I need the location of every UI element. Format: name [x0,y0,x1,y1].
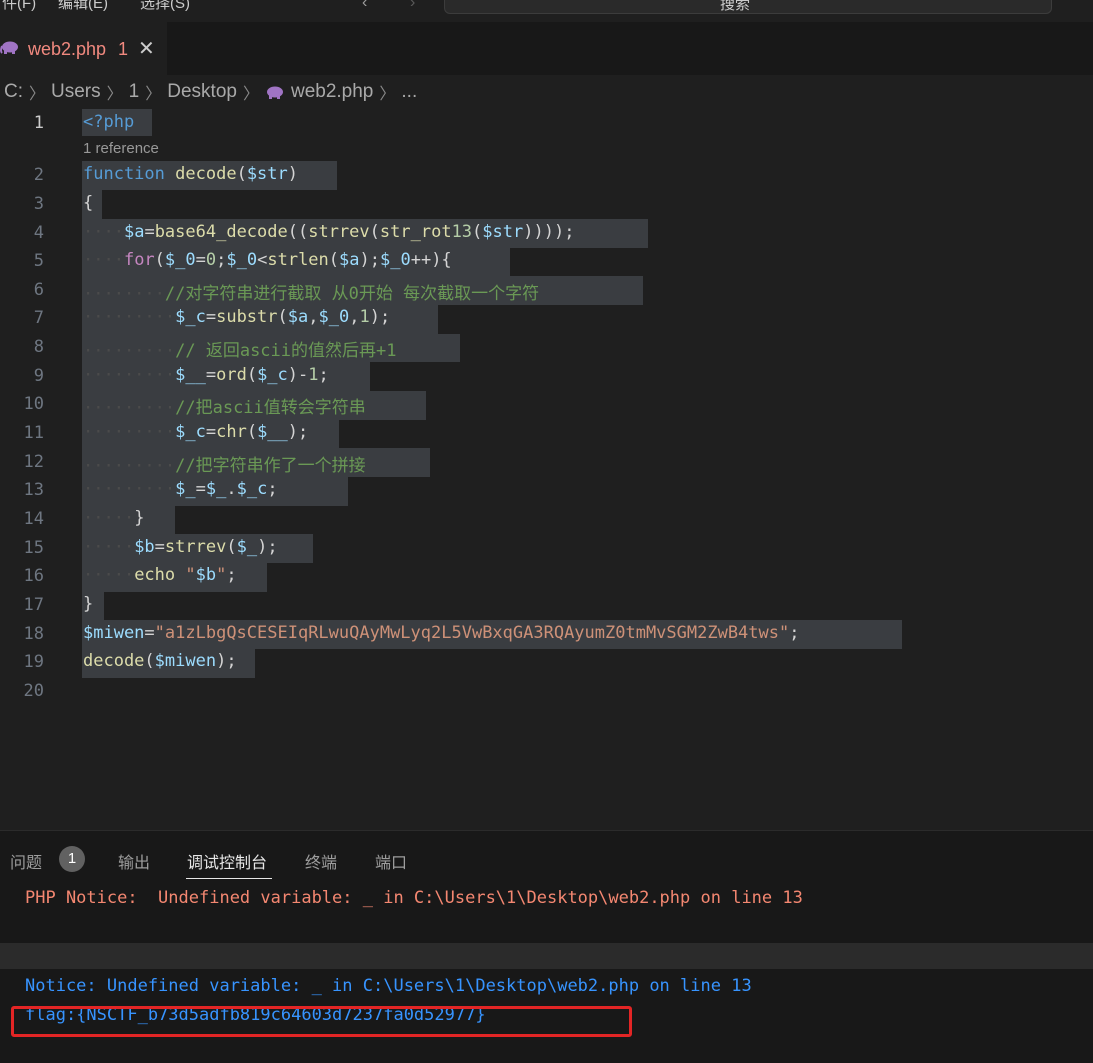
panel-tab-bar: 问题 1 输出 调试控制台 终端 端口 [0,831,1093,879]
tab-ports[interactable]: 端口 [375,849,407,873]
line-number: 20 [23,681,44,701]
console-notice: Notice: Undefined variable: _ in C:\User… [25,976,752,996]
breadcrumb-symbol[interactable]: ... [401,81,417,102]
menu-edit[interactable]: 编辑(E) [58,0,108,13]
line-number: 11 [23,423,44,443]
codelens-references[interactable]: 1 reference [83,140,159,157]
search-placeholder: 搜索 [720,0,751,13]
active-tab-indicator [186,878,272,879]
line-number: 13 [23,480,44,500]
code-line[interactable]: ·····} [83,508,144,528]
problems-count-badge: 1 [59,846,85,872]
line-number: 10 [23,394,44,414]
code-line[interactable]: ·········// 返回ascii的值然后再+1 [83,336,396,361]
code-line[interactable]: ·········$_c=chr($__); [83,422,308,442]
line-number: 8 [33,337,44,357]
tab-web2-php[interactable]: web2.php 1 ✕ [0,22,167,75]
line-number: 18 [23,624,44,644]
tab-problems[interactable]: 问题 [10,849,42,873]
php-elephant-icon [266,86,283,99]
line-number: 15 [23,538,44,558]
breadcrumb-desktop[interactable]: Desktop [167,81,237,102]
line-number: 17 [23,595,44,615]
editor-tab-bar: web2.php 1 ✕ [0,22,1093,75]
line-number: 4 [33,223,44,243]
command-center-search[interactable]: 搜索 [444,0,1052,14]
code-line[interactable]: ·········//把ascii值转会字符串 [83,393,366,418]
chevron-right-icon: 〉 [106,86,123,103]
flag-highlight-box [11,1006,632,1037]
code-line[interactable]: $miwen="a1zLbgQsCESEIqRLwuQAyMwLyq2L5VwB… [83,623,799,643]
forward-arrow-icon[interactable]: › [410,0,415,12]
console-separator-line [0,943,1093,969]
line-number: 12 [23,452,44,472]
breadcrumb-file[interactable]: web2.php [291,81,373,102]
code-line[interactable]: ·········$_=$_.$_c; [83,479,278,499]
line-number: 16 [23,566,44,586]
line-number: 5 [33,251,44,271]
breadcrumb-user-folder[interactable]: 1 [129,81,140,102]
breadcrumb-drive[interactable]: C: [4,81,23,102]
line-number: 6 [33,280,44,300]
code-line[interactable]: ·········$__=ord($_c)-1; [83,365,329,385]
close-icon[interactable]: ✕ [138,36,155,61]
chevron-right-icon: 〉 [145,86,162,103]
tab-output[interactable]: 输出 [118,849,150,873]
code-line[interactable]: ·········//把字符串作了一个拼接 [83,451,366,476]
code-line[interactable]: ·····$b=strrev($_); [83,537,278,557]
code-line[interactable]: decode($miwen); [83,651,237,671]
code-line[interactable]: ····for($_0=0;$_0<strlen($a);$_0++){ [83,250,452,270]
code-line[interactable]: <?php [83,112,134,132]
code-line[interactable]: function decode($str) [83,164,298,184]
breadcrumb-users[interactable]: Users [51,81,101,102]
code-line[interactable]: { [83,193,93,213]
title-bar: 件(F) 编辑(E) 选择(S) ‹ › 搜索 [0,0,1093,22]
back-arrow-icon[interactable]: ‹ [362,0,367,12]
tab-debug-console[interactable]: 调试控制台 [187,849,267,873]
menu-file[interactable]: 件(F) [2,0,36,13]
line-number: 2 [33,165,44,185]
chevron-right-icon: 〉 [29,86,46,103]
tab-terminal[interactable]: 终端 [305,849,337,873]
bottom-panel: 问题 1 输出 调试控制台 终端 端口 PHP Notice: Undefine… [0,830,1093,1063]
line-number: 3 [33,194,44,214]
line-number: 9 [33,366,44,386]
code-line[interactable]: ········//对字符串进行截取 从0开始 每次截取一个字符 [83,279,539,304]
chevron-right-icon: 〉 [242,86,259,103]
line-number: 19 [23,652,44,672]
code-line[interactable]: } [83,594,93,614]
php-elephant-icon [0,41,18,54]
breadcrumb: C: 〉 Users 〉 1 〉 Desktop 〉 web2.php 〉... [4,80,417,104]
code-line[interactable]: ·····echo "$b"; [83,565,237,585]
console-php-notice: PHP Notice: Undefined variable: _ in C:\… [25,888,803,908]
code-editor[interactable]: 1 1 reference 2 3 4 5 6 7 8 9 10 11 12 1… [0,108,1093,830]
chevron-right-icon: 〉 [379,86,396,103]
line-number: 14 [23,509,44,529]
line-number: 1 [33,113,44,133]
line-number: 7 [33,308,44,328]
menu-selection[interactable]: 选择(S) [140,0,190,13]
code-line[interactable]: ·········$_c=substr($a,$_0,1); [83,307,390,327]
tab-problem-count: 1 [118,39,129,59]
code-line[interactable]: ····$a=base64_decode((strrev(str_rot13($… [83,222,574,242]
tab-label: web2.php [28,39,107,59]
